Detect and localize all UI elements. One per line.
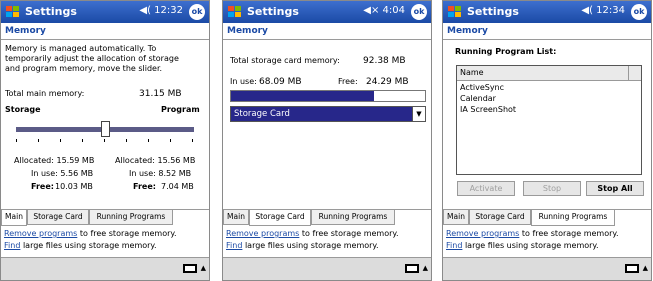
tab-strip: Main Storage Card Running Programs: [443, 209, 651, 226]
slider-thumb[interactable]: [101, 121, 110, 137]
page-heading: Memory: [1, 23, 209, 40]
tab-storage-card[interactable]: Storage Card: [27, 210, 89, 225]
card-free-value: 24.29 MB: [366, 77, 409, 87]
title-bar: Settings ◀× 4:04 ok: [223, 1, 431, 23]
card-usage-fill: [231, 91, 374, 101]
link1-text: to free storage memory.: [79, 229, 177, 238]
caret-up-icon[interactable]: ▲: [423, 264, 428, 272]
find-link[interactable]: Find: [446, 241, 462, 250]
tab-strip: Main Storage Card Running Programs: [1, 209, 209, 226]
tab-running-programs[interactable]: Running Programs: [531, 210, 615, 226]
remove-programs-link[interactable]: Remove programs: [4, 229, 77, 238]
app-title: Settings: [467, 5, 519, 18]
activate-button[interactable]: Activate: [457, 181, 515, 196]
intro-line-3: and program memory, move the slider.: [5, 64, 163, 73]
link2-text: large files using storage memory.: [22, 241, 157, 250]
dropdown-arrow-icon[interactable]: ▼: [412, 107, 425, 121]
card-in-use-value: 68.09 MB: [259, 77, 302, 87]
storage-in-use: In use: 5.56 MB: [31, 169, 94, 178]
command-bar: ▲: [443, 257, 651, 280]
running-list-title: Running Program List:: [455, 47, 557, 56]
windows-start-icon[interactable]: [446, 4, 463, 20]
tab-storage-card[interactable]: Storage Card: [469, 210, 531, 225]
remove-programs-link[interactable]: Remove programs: [226, 229, 299, 238]
tab-main[interactable]: Main: [443, 210, 469, 225]
tab-running-programs[interactable]: Running Programs: [89, 210, 173, 225]
page-heading: Memory: [223, 23, 431, 40]
total-card-value: 92.38 MB: [363, 56, 406, 66]
command-bar: ▲: [1, 257, 209, 280]
header-divider: [628, 66, 629, 80]
find-link[interactable]: Find: [4, 241, 20, 250]
ok-button[interactable]: ok: [411, 4, 427, 20]
caret-up-icon[interactable]: ▲: [643, 264, 648, 272]
app-title: Settings: [247, 5, 299, 18]
keyboard-icon[interactable]: [405, 264, 419, 273]
storage-label: Storage: [5, 105, 41, 114]
keyboard-icon[interactable]: [625, 264, 639, 273]
list-item[interactable]: ActiveSync: [460, 83, 504, 92]
storage-card-select[interactable]: Storage Card ▼: [230, 106, 426, 122]
find-link[interactable]: Find: [226, 241, 242, 250]
storage-allocated: Allocated: 15.59 MB: [14, 156, 95, 165]
storage-free-label: Free:: [31, 182, 54, 191]
tab-strip: Main Storage Card Running Programs: [223, 209, 431, 226]
link1-text: to free storage memory.: [301, 229, 399, 238]
ok-button[interactable]: ok: [631, 4, 647, 20]
app-title: Settings: [25, 5, 77, 18]
tab-main[interactable]: Main: [223, 210, 249, 225]
total-memory-label: Total main memory:: [5, 89, 85, 98]
program-in-use: In use: 8.52 MB: [129, 169, 192, 178]
program-free-label: Free:: [133, 182, 156, 191]
select-value: Storage Card: [234, 109, 290, 119]
slider-ticks: [16, 139, 194, 142]
total-memory-value: 31.15 MB: [139, 89, 182, 99]
program-list[interactable]: Name ActiveSync Calendar IA ScreenShot: [456, 65, 642, 175]
card-usage-bar: [230, 90, 426, 102]
title-bar: Settings ◀( 12:34 ok: [443, 1, 651, 23]
caret-up-icon[interactable]: ▲: [201, 264, 206, 272]
remove-programs-link[interactable]: Remove programs: [446, 229, 519, 238]
stop-button[interactable]: Stop: [523, 181, 581, 196]
storage-free-value: 10.03 MB: [55, 182, 93, 191]
stop-all-button[interactable]: Stop All: [586, 181, 644, 196]
card-in-use-label: In use:: [230, 77, 257, 86]
link2-text: large files using storage memory.: [464, 241, 599, 250]
keyboard-icon[interactable]: [183, 264, 197, 273]
memory-storage-card-screen: Settings ◀× 4:04 ok Memory Total storage…: [222, 0, 432, 281]
program-allocated: Allocated: 15.56 MB: [115, 156, 196, 165]
windows-start-icon[interactable]: [4, 4, 21, 20]
memory-main-screen: Settings ◀( 12:32 ok Memory Memory is ma…: [0, 0, 210, 281]
card-free-label: Free:: [338, 77, 358, 86]
program-label: Program: [161, 105, 200, 114]
list-item[interactable]: IA ScreenShot: [460, 105, 516, 114]
program-free-value: 7.04 MB: [161, 182, 194, 191]
link1-text: to free storage memory.: [521, 229, 619, 238]
status-clock: ◀( 12:32: [139, 5, 183, 16]
memory-slider[interactable]: [16, 121, 194, 143]
list-header[interactable]: Name: [457, 66, 641, 81]
title-bar: Settings ◀( 12:32 ok: [1, 1, 209, 23]
list-item[interactable]: Calendar: [460, 94, 496, 103]
intro-line-2: temporarily adjust the allocation of sto…: [5, 54, 179, 63]
memory-running-programs-screen: Settings ◀( 12:34 ok Memory Running Prog…: [442, 0, 652, 281]
name-column-header[interactable]: Name: [460, 68, 484, 77]
tab-running-programs[interactable]: Running Programs: [311, 210, 395, 225]
ok-button[interactable]: ok: [189, 4, 205, 20]
tab-storage-card[interactable]: Storage Card: [249, 210, 311, 226]
intro-line-1: Memory is managed automatically. To: [5, 44, 157, 53]
command-bar: ▲: [223, 257, 431, 280]
link2-text: large files using storage memory.: [244, 241, 379, 250]
page-heading: Memory: [443, 23, 651, 40]
tab-main[interactable]: Main: [1, 210, 27, 226]
total-card-label: Total storage card memory:: [230, 56, 340, 65]
windows-start-icon[interactable]: [226, 4, 243, 20]
status-clock: ◀( 12:34: [581, 5, 625, 16]
status-clock: ◀× 4:04: [363, 5, 405, 16]
